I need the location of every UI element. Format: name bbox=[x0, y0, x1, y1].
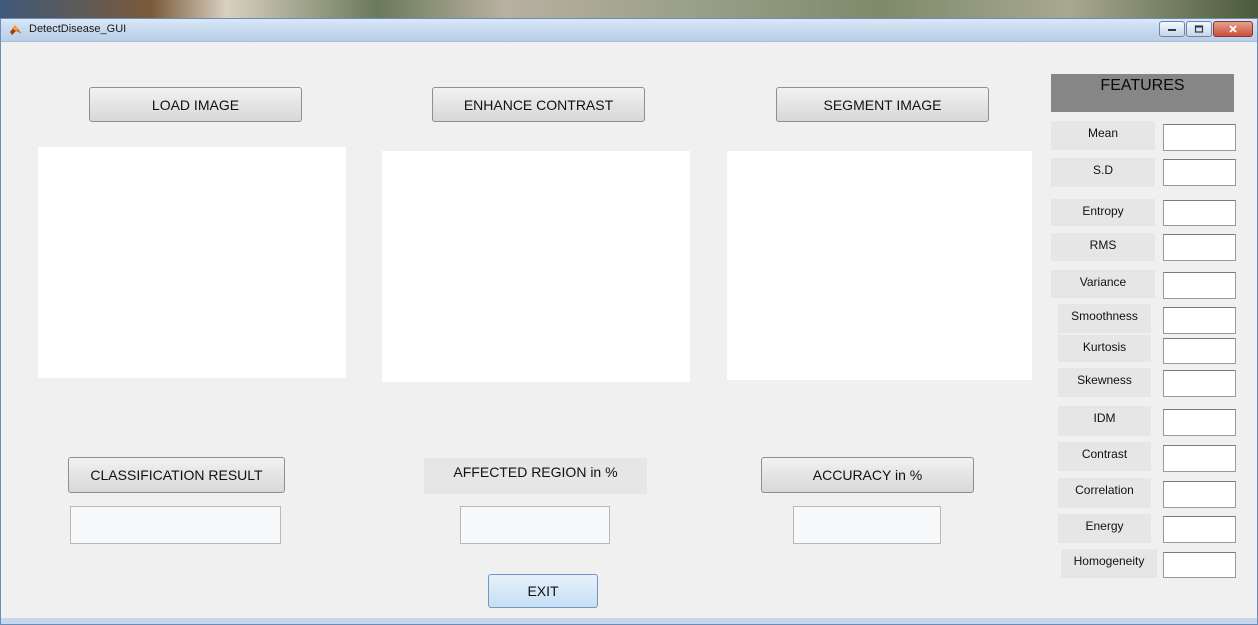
feature-label-skewness: Skewness bbox=[1058, 368, 1151, 397]
matlab-logo-icon bbox=[10, 25, 22, 35]
feature-label-kurtosis: Kurtosis bbox=[1058, 335, 1151, 362]
title-bar[interactable]: DetectDisease_GUI bbox=[1, 19, 1257, 42]
feature-field-contrast[interactable] bbox=[1163, 445, 1236, 472]
minimize-button[interactable] bbox=[1159, 21, 1185, 37]
feature-field-rms[interactable] bbox=[1163, 234, 1236, 261]
maximize-icon bbox=[1194, 25, 1204, 33]
feature-field-sd[interactable] bbox=[1163, 159, 1236, 186]
feature-field-idm[interactable] bbox=[1163, 409, 1236, 436]
feature-label-energy: Energy bbox=[1058, 514, 1151, 543]
window-controls bbox=[1159, 21, 1253, 38]
feature-label-mean: Mean bbox=[1051, 121, 1155, 150]
affected-region-label: AFFECTED REGION in % bbox=[424, 458, 647, 494]
feature-field-correlation[interactable] bbox=[1163, 481, 1236, 508]
close-button[interactable] bbox=[1213, 21, 1253, 37]
classification-result-button[interactable]: CLASSIFICATION RESULT bbox=[68, 457, 285, 493]
close-icon bbox=[1229, 25, 1237, 33]
window-frame-bottom bbox=[1, 618, 1257, 624]
feature-field-entropy[interactable] bbox=[1163, 200, 1236, 226]
classification-result-field[interactable] bbox=[70, 506, 281, 544]
feature-field-skewness[interactable] bbox=[1163, 370, 1236, 397]
feature-label-rms: RMS bbox=[1051, 233, 1155, 261]
feature-label-correlation: Correlation bbox=[1058, 478, 1151, 508]
feature-label-sd: S.D bbox=[1051, 158, 1155, 187]
feature-field-energy[interactable] bbox=[1163, 516, 1236, 543]
segment-image-button[interactable]: SEGMENT IMAGE bbox=[776, 87, 989, 122]
load-image-button[interactable]: LOAD IMAGE bbox=[89, 87, 302, 122]
accuracy-field[interactable] bbox=[793, 506, 941, 544]
feature-label-smoothness: Smoothness bbox=[1058, 304, 1151, 333]
feature-label-idm: IDM bbox=[1058, 406, 1151, 436]
segmented-image-axes bbox=[727, 151, 1032, 380]
feature-field-homogeneity[interactable] bbox=[1163, 552, 1236, 578]
feature-label-entropy: Entropy bbox=[1051, 199, 1155, 226]
app-window: DetectDisease_GUI LOAD IMAGE ENHANCE CON… bbox=[0, 18, 1258, 625]
desktop-background bbox=[0, 0, 1258, 18]
maximize-button[interactable] bbox=[1186, 21, 1212, 37]
feature-field-smoothness[interactable] bbox=[1163, 307, 1236, 334]
window-title: DetectDisease_GUI bbox=[29, 23, 127, 35]
affected-region-field[interactable] bbox=[460, 506, 610, 544]
enhance-contrast-button[interactable]: ENHANCE CONTRAST bbox=[432, 87, 645, 122]
feature-field-kurtosis[interactable] bbox=[1163, 338, 1236, 364]
feature-label-homogeneity: Homogeneity bbox=[1061, 549, 1157, 578]
enhanced-image-axes bbox=[382, 151, 690, 382]
minimize-icon bbox=[1168, 29, 1176, 31]
accuracy-button[interactable]: ACCURACY in % bbox=[761, 457, 974, 493]
features-header: FEATURES bbox=[1051, 74, 1234, 112]
feature-label-variance: Variance bbox=[1051, 270, 1155, 298]
feature-label-contrast: Contrast bbox=[1058, 442, 1151, 471]
feature-field-mean[interactable] bbox=[1163, 124, 1236, 151]
original-image-axes bbox=[38, 147, 346, 378]
exit-button[interactable]: EXIT bbox=[488, 574, 598, 608]
feature-field-variance[interactable] bbox=[1163, 272, 1236, 299]
